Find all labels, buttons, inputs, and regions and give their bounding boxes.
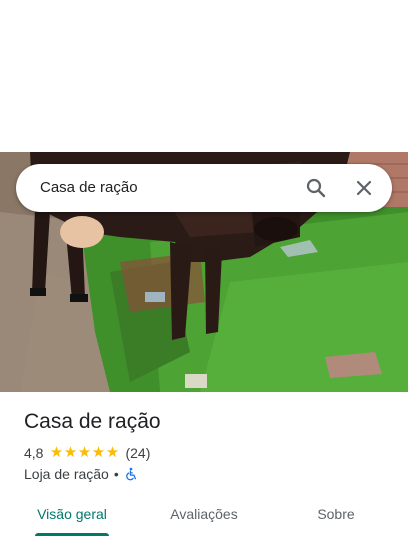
- map-area-blank: [0, 0, 408, 152]
- star-rating: ★ ★ ★ ★ ★: [49, 444, 119, 462]
- tab-about[interactable]: Sobre: [296, 496, 376, 536]
- close-icon[interactable]: [352, 176, 376, 200]
- review-count[interactable]: (24): [125, 445, 150, 461]
- place-tabs: Visão geral Avaliações Sobre: [0, 496, 408, 544]
- search-input[interactable]: Casa de ração: [40, 164, 138, 212]
- category-row: Loja de ração •: [24, 465, 138, 483]
- star-icon: ★: [49, 444, 64, 461]
- star-icon: ★: [105, 444, 120, 461]
- star-icon: ★: [91, 444, 106, 461]
- rating-value: 4,8: [24, 445, 44, 461]
- star-icon: ★: [63, 444, 78, 461]
- search-bar[interactable]: Casa de ração: [16, 164, 392, 212]
- search-icon[interactable]: [304, 176, 328, 200]
- active-tab-indicator: [35, 533, 109, 536]
- wheelchair-accessible-icon: [124, 467, 138, 481]
- rating-row[interactable]: 4,8 ★ ★ ★ ★ ★ (24): [24, 444, 150, 462]
- star-icon: ★: [77, 444, 92, 461]
- tab-reviews[interactable]: Avaliações: [152, 496, 256, 536]
- place-category: Loja de ração: [24, 466, 109, 482]
- separator-dot: •: [113, 466, 119, 482]
- place-title: Casa de ração: [24, 410, 161, 433]
- tab-overview[interactable]: Visão geral: [22, 496, 122, 536]
